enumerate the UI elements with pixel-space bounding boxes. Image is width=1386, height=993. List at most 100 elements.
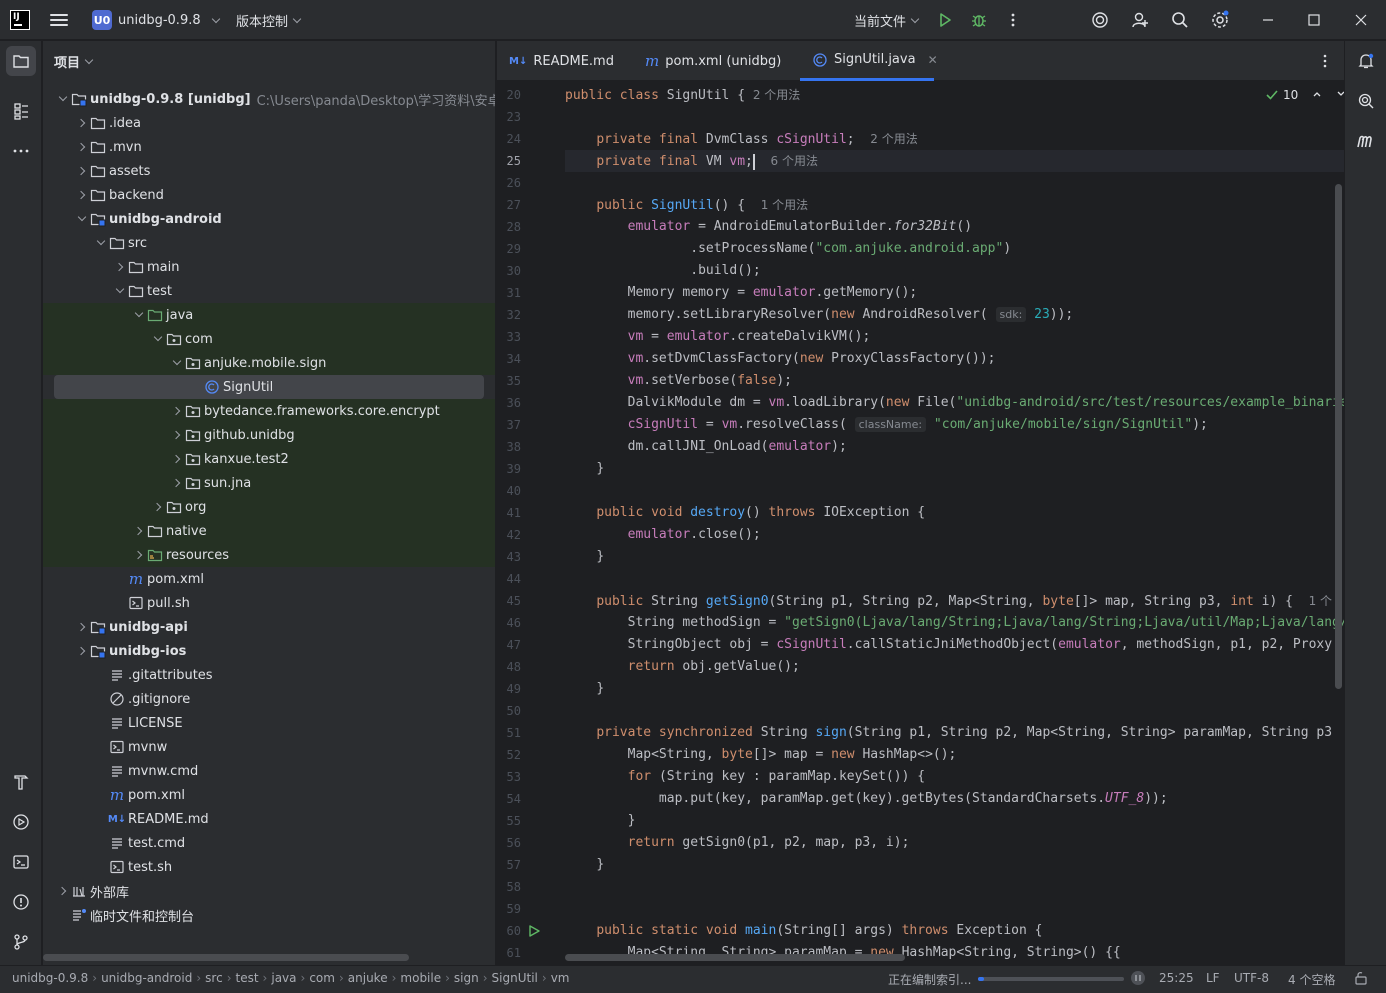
chevron-down-icon[interactable] — [93, 235, 109, 251]
breadcrumb-item[interactable]: anjuke — [348, 971, 388, 985]
code-line[interactable] — [565, 568, 1344, 590]
terminal-icon[interactable] — [6, 847, 36, 877]
code-line[interactable]: public SignUtil() { 1 个用法 — [565, 194, 1344, 216]
main-menu-icon[interactable] — [48, 11, 70, 29]
chevron-right-icon[interactable] — [169, 475, 185, 491]
inspection-widget[interactable]: 10 — [1265, 88, 1344, 102]
ai-assistant-icon[interactable] — [1090, 10, 1110, 30]
code-line[interactable]: memory.setLibraryResolver(new AndroidRes… — [565, 304, 1344, 326]
code-line[interactable]: cSignUtil = vm.resolveClass( className: … — [565, 414, 1344, 436]
code-line[interactable]: .build(); — [565, 260, 1344, 282]
maven-tool-icon[interactable] — [1351, 126, 1381, 156]
tree-item[interactable]: test.sh — [43, 855, 495, 879]
code-line[interactable]: return obj.getValue(); — [565, 656, 1344, 678]
chevron-right-icon[interactable] — [74, 619, 90, 635]
tree-item[interactable]: M↓ README.md — [43, 807, 495, 831]
chevron-down-icon[interactable] — [150, 331, 166, 347]
code-line[interactable]: map.put(key, paramMap.get(key).getBytes(… — [565, 788, 1344, 810]
run-icon[interactable] — [935, 10, 955, 30]
code-line[interactable]: for (String key : paramMap.keySet()) { — [565, 766, 1344, 788]
tree-item[interactable]: 临时文件和控制台 — [43, 903, 495, 927]
editor-horizontal-scrollbar[interactable] — [565, 954, 905, 961]
chevron-down-icon[interactable] — [112, 283, 128, 299]
pause-indexing-icon[interactable] — [1130, 970, 1146, 989]
chevron-right-icon[interactable] — [169, 427, 185, 443]
project-switcher[interactable]: U0 unidbg-0.9.8 — [92, 8, 220, 32]
chevron-right-icon[interactable] — [74, 643, 90, 659]
indent-setting[interactable]: 4 个空格 — [1288, 971, 1335, 988]
breadcrumb-item[interactable]: src — [205, 971, 223, 985]
chevron-right-icon[interactable] — [169, 403, 185, 419]
breadcrumb-item[interactable]: unidbg-0.9.8 — [12, 971, 88, 985]
chevron-right-icon[interactable] — [74, 187, 90, 203]
notifications-bell-icon[interactable] — [1351, 46, 1381, 76]
tree-item[interactable]: assets — [43, 159, 495, 183]
tree-item[interactable]: mvnw.cmd — [43, 759, 495, 783]
code-line[interactable]: public String getSign0(String p1, String… — [565, 590, 1344, 612]
tree-item[interactable]: .gitattributes — [43, 663, 495, 687]
breadcrumb-item[interactable]: vm — [551, 971, 570, 985]
tree-item[interactable]: unidbg-android — [43, 207, 495, 231]
tree-item[interactable]: .mvn — [43, 135, 495, 159]
chevron-down-icon[interactable] — [131, 307, 147, 323]
tree-item[interactable]: LICENSE — [43, 711, 495, 735]
code-line[interactable] — [565, 106, 1344, 128]
code-line[interactable]: vm.setDvmClassFactory(new ProxyClassFact… — [565, 348, 1344, 370]
indexing-status[interactable]: 正在编制索引... — [888, 971, 971, 988]
tree-item[interactable]: unidbg-0.9.8 [unidbg] C:\Users\panda\Desk… — [43, 87, 495, 111]
tree-item[interactable]: test.cmd — [43, 831, 495, 855]
editor-tab[interactable]: m pom.xml (unidbg) — [633, 41, 800, 81]
project-tool-folder-icon[interactable] — [6, 46, 36, 76]
tree-item[interactable]: 外部库 — [43, 879, 495, 903]
code-line[interactable]: DalvikModule dm = vm.loadLibrary(new Fil… — [565, 392, 1344, 414]
code-line[interactable] — [565, 480, 1344, 502]
file-encoding[interactable]: UTF-8 — [1234, 971, 1269, 985]
caret-position[interactable]: 25:25 — [1159, 971, 1194, 985]
minimize-window-icon[interactable] — [1256, 8, 1280, 32]
chevron-right-icon[interactable] — [55, 883, 71, 899]
code-line[interactable]: } — [565, 854, 1344, 876]
tree-item[interactable]: .gitignore — [43, 687, 495, 711]
breadcrumb-item[interactable]: sign — [454, 971, 479, 985]
ai-chat-icon[interactable] — [1351, 86, 1381, 116]
editor-tab[interactable]: SignUtil.java ✕ — [800, 41, 938, 81]
tree-item[interactable]: SignUtil — [54, 375, 484, 399]
code-line[interactable]: } — [565, 546, 1344, 568]
tree-item[interactable]: resources — [43, 543, 495, 567]
chevron-right-icon[interactable] — [74, 115, 90, 131]
chevron-right-icon[interactable] — [74, 163, 90, 179]
tree-item[interactable]: java — [43, 303, 495, 327]
intellij-logo-icon[interactable]: IJ — [10, 10, 30, 30]
line-number-gutter[interactable]: 20 23 24 25 26 27 28 29 30 31 32 33 34 35 36 37 38 39 40 41… — [497, 82, 565, 965]
tab-options-icon[interactable] — [1315, 51, 1335, 71]
tree-item[interactable]: pull.sh — [43, 591, 495, 615]
tree-item[interactable]: mvnw — [43, 735, 495, 759]
chevron-right-icon[interactable] — [74, 139, 90, 155]
code-line[interactable]: Map<String, byte[]> map = new HashMap<>(… — [565, 744, 1344, 766]
code-line[interactable] — [565, 876, 1344, 898]
code-line[interactable] — [565, 700, 1344, 722]
problems-icon[interactable] — [6, 887, 36, 917]
chevron-right-icon[interactable] — [150, 499, 166, 515]
add-user-icon[interactable] — [1130, 10, 1150, 30]
code-line[interactable]: emulator.close(); — [565, 524, 1344, 546]
code-line[interactable]: StringObject obj = cSignUtil.callStaticJ… — [565, 634, 1344, 656]
code-line[interactable]: dm.callJNI_OnLoad(emulator); — [565, 436, 1344, 458]
code-line[interactable]: vm = emulator.createDalvikVM(); — [565, 326, 1344, 348]
editor-tab[interactable]: M↓ README.md — [497, 41, 633, 81]
code-line[interactable]: return getSign0(p1, p2, map, p3, i); — [565, 832, 1344, 854]
tree-item[interactable]: sun.jna — [43, 471, 495, 495]
services-icon[interactable] — [6, 807, 36, 837]
vcs-menu[interactable]: 版本控制 — [236, 8, 302, 32]
tree-item[interactable]: .idea — [43, 111, 495, 135]
line-separator[interactable]: LF — [1206, 971, 1220, 985]
project-view-selector[interactable]: 项目 — [43, 41, 495, 81]
code-line[interactable]: Memory memory = emulator.getMemory(); — [565, 282, 1344, 304]
code-line[interactable] — [565, 898, 1344, 920]
tree-item[interactable]: m pom.xml — [43, 783, 495, 807]
git-branch-icon[interactable] — [6, 927, 36, 957]
tree-item[interactable]: org — [43, 495, 495, 519]
run-config-selector[interactable]: 当前文件 — [854, 8, 920, 32]
code-line[interactable] — [565, 172, 1344, 194]
debug-icon[interactable] — [969, 10, 989, 30]
